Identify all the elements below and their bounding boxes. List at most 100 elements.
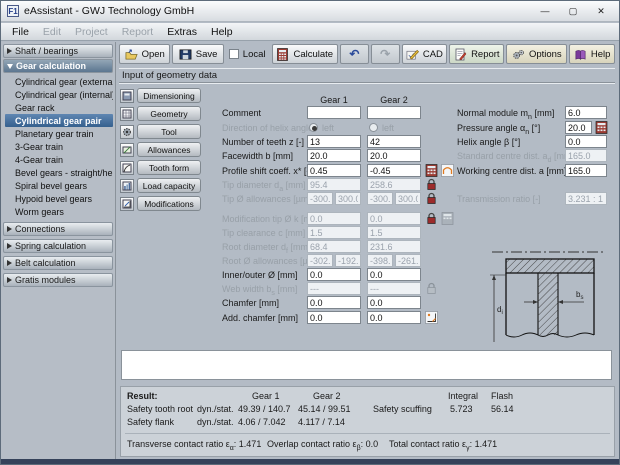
result-gear1-header: Gear 1 bbox=[252, 391, 280, 401]
menu-project: Project bbox=[68, 25, 115, 39]
root-allowance-gear2-upper-input bbox=[395, 254, 421, 267]
helix-angle-input[interactable] bbox=[565, 135, 607, 148]
result-gear2-header: Gear 2 bbox=[313, 391, 341, 401]
app-window: F1 eAssistant - GWJ Technology GmbH — ▢ … bbox=[0, 0, 620, 465]
options-button[interactable]: Options bbox=[506, 44, 567, 64]
sidebar: Shaft / bearings Gear calculation Cylind… bbox=[1, 42, 116, 459]
web-width-label: Web width bs [mm] bbox=[222, 284, 297, 297]
tip-diameter-gear1-input bbox=[307, 178, 361, 191]
chamfer-gear1-input[interactable] bbox=[307, 296, 361, 309]
tip-clearance-label: Tip clearance c [mm] bbox=[222, 228, 305, 238]
sidebar-item-gear-rack[interactable]: Gear rack bbox=[5, 101, 113, 114]
total-contact-ratio: Total contact ratio εγ: 1.471 bbox=[389, 439, 497, 452]
web-width-lock-icon bbox=[425, 282, 438, 295]
menu-edit: Edit bbox=[36, 25, 68, 39]
inner-outer-gear1-input[interactable] bbox=[307, 268, 361, 281]
tip-clearance-gear1-input bbox=[307, 226, 361, 239]
sidebar-item-cylindrical-gear-external[interactable]: Cylindrical gear (external) bbox=[5, 75, 113, 88]
help-button[interactable]: Help bbox=[569, 44, 615, 64]
chevron-right-icon bbox=[7, 226, 12, 232]
sidebar-section-label: Belt calculation bbox=[15, 258, 76, 268]
add-chamfer-gear1-input[interactable] bbox=[307, 311, 361, 324]
web-width-gear1-input bbox=[307, 282, 361, 295]
normal-module-input[interactable] bbox=[565, 106, 607, 119]
report-icon bbox=[454, 48, 467, 61]
app-icon: F1 bbox=[7, 5, 19, 17]
options-label: Options bbox=[529, 49, 562, 60]
safety-flank-gear2-value: 4.117 / 7.14 bbox=[298, 417, 345, 427]
sidebar-section-connections[interactable]: Connections bbox=[3, 222, 113, 236]
sidebar-item-worm-gears[interactable]: Worm gears bbox=[5, 205, 113, 218]
report-label: Report bbox=[471, 49, 500, 60]
calculate-button[interactable]: Calculate bbox=[272, 44, 338, 64]
transverse-contact-ratio: Transverse contact ratio εα: 1.471 bbox=[127, 439, 261, 452]
add-chamfer-detail-icon[interactable] bbox=[425, 311, 438, 324]
root-diameter-gear1-input bbox=[307, 240, 361, 253]
modification-tip-lock-icon[interactable] bbox=[425, 212, 438, 225]
menu-report: Report bbox=[115, 25, 161, 39]
sidebar-section-gratis-modules[interactable]: Gratis modules bbox=[3, 273, 113, 287]
calculate-label: Calculate bbox=[293, 49, 333, 60]
sidebar-section-belt-calculation[interactable]: Belt calculation bbox=[3, 256, 113, 270]
root-diameter-gear2-input bbox=[367, 240, 421, 253]
safety-flank-label: Safety flank bbox=[127, 417, 174, 427]
tip-diameter-lock-icon[interactable] bbox=[425, 178, 438, 191]
local-label: Local bbox=[243, 49, 266, 60]
working-centre-distance-input[interactable] bbox=[565, 164, 607, 177]
sidebar-section-label: Gear calculation bbox=[16, 61, 86, 71]
nav-button-label: Dimensioning bbox=[137, 88, 201, 103]
sidebar-section-shaft-bearings[interactable]: Shaft / bearings bbox=[3, 44, 113, 58]
chevron-right-icon bbox=[7, 277, 12, 283]
modification-tip-gear2-input bbox=[367, 212, 421, 225]
add-chamfer-gear2-input[interactable] bbox=[367, 311, 421, 324]
inner-outer-gear2-input[interactable] bbox=[367, 268, 421, 281]
window-title: eAssistant - GWJ Technology GmbH bbox=[24, 5, 194, 17]
sidebar-item-spiral-bevel-gears[interactable]: Spiral bevel gears bbox=[5, 179, 113, 192]
sidebar-item-cylindrical-gear-internal[interactable]: Cylindrical gear (internal) bbox=[5, 88, 113, 101]
chamfer-gear2-input[interactable] bbox=[367, 296, 421, 309]
open-button[interactable]: Open bbox=[119, 44, 170, 64]
standard-centre-distance-label: Standard centre dist. ad [mm] bbox=[457, 151, 574, 164]
chevron-down-icon bbox=[7, 64, 13, 69]
menu-help[interactable]: Help bbox=[204, 25, 240, 39]
add-chamfer-label: Add. chamfer [mm] bbox=[222, 313, 298, 323]
cad-button[interactable]: CAD bbox=[402, 44, 448, 64]
sidebar-section-gear-calculation[interactable]: Gear calculation bbox=[3, 59, 113, 73]
sidebar-item-cylindrical-gear-pair[interactable]: Cylindrical gear pair bbox=[5, 114, 113, 127]
pressure-angle-calculator-icon[interactable] bbox=[595, 121, 608, 134]
nav-dimensioning[interactable]: Dimensioning bbox=[120, 88, 201, 103]
undo-button[interactable]: ↶ bbox=[340, 44, 369, 64]
report-button[interactable]: Report bbox=[449, 44, 504, 64]
gear-section-diagram: di bs bbox=[484, 242, 612, 348]
modification-tip-gear1-input bbox=[307, 212, 361, 225]
minimize-button[interactable]: — bbox=[533, 3, 557, 19]
tip-diameter-gear2-input bbox=[367, 178, 421, 191]
title-bar: F1 eAssistant - GWJ Technology GmbH — ▢ … bbox=[1, 1, 619, 22]
sidebar-item-hypoid-bevel-gears[interactable]: Hypoid bevel gears bbox=[5, 192, 113, 205]
local-checkbox[interactable]: Local bbox=[226, 44, 270, 64]
gear1-header: Gear 1 bbox=[307, 95, 361, 105]
web-width-gear2-input bbox=[367, 282, 421, 295]
menu-extras[interactable]: Extras bbox=[160, 25, 204, 39]
sidebar-section-label: Connections bbox=[15, 224, 65, 234]
sidebar-section-spring-calculation[interactable]: Spring calculation bbox=[3, 239, 113, 253]
undo-icon: ↶ bbox=[349, 49, 359, 59]
safety-scuffing-flash-value: 56.14 bbox=[491, 404, 514, 414]
close-button[interactable]: ✕ bbox=[589, 3, 613, 19]
help-book-icon bbox=[574, 48, 587, 61]
sidebar-item-3-gear-train[interactable]: 3-Gear train bbox=[5, 140, 113, 153]
cad-icon bbox=[406, 48, 419, 61]
overlap-contact-ratio: Overlap contact ratio εβ: 0.0 bbox=[267, 439, 378, 452]
result-panel: Result: Gear 1 Gear 2 Integral Flash Saf… bbox=[120, 386, 615, 457]
sidebar-section-label: Spring calculation bbox=[15, 241, 86, 251]
checkbox-icon bbox=[229, 49, 239, 59]
save-button[interactable]: Save bbox=[172, 44, 223, 64]
toolbar: Open Save Local Calculate ↶ bbox=[119, 44, 615, 65]
sidebar-item-planetary-gear-train[interactable]: Planetary gear train bbox=[5, 127, 113, 140]
sidebar-item-4-gear-train[interactable]: 4-Gear train bbox=[5, 153, 113, 166]
maximize-button[interactable]: ▢ bbox=[561, 3, 585, 19]
sidebar-item-bevel-gears[interactable]: Bevel gears - straight/helical bbox=[5, 166, 113, 179]
pressure-angle-input[interactable] bbox=[565, 121, 592, 134]
safety-flank-mode: dyn./stat. bbox=[197, 417, 234, 427]
menu-file[interactable]: File bbox=[5, 25, 36, 39]
